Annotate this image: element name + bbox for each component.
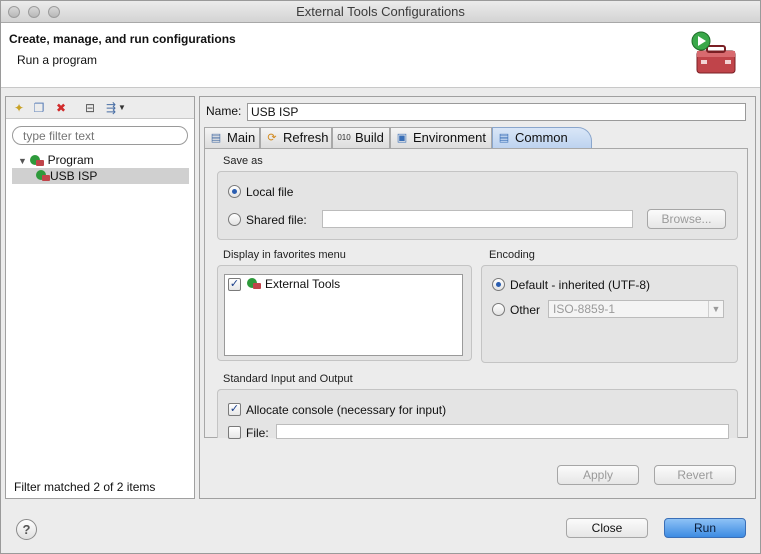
favorites-list: ✓ External Tools bbox=[224, 274, 463, 356]
tab-common[interactable]: ▤ Common bbox=[492, 127, 592, 149]
save-as-label: Save as bbox=[223, 155, 263, 167]
configuration-editor: Name: USB ISP ▤ Main ⟳ Refresh 010 Build… bbox=[199, 96, 756, 499]
usb-run-icon bbox=[36, 170, 50, 182]
tab-build-label: Build bbox=[355, 130, 384, 145]
shared-file-label: Shared file: bbox=[246, 213, 307, 227]
tab-environment[interactable]: ▣ Environment bbox=[390, 127, 492, 149]
expand-triangle-icon[interactable]: ▼ bbox=[18, 156, 27, 166]
file-checkbox[interactable] bbox=[228, 426, 241, 439]
other-encoding-label: Other bbox=[510, 303, 541, 317]
std-io-group: ✓ Allocate console (necessary for input)… bbox=[217, 389, 738, 440]
save-as-group: Local file Shared file: Browse... bbox=[217, 171, 738, 240]
name-input[interactable]: USB ISP bbox=[247, 103, 746, 121]
encoding-label: Encoding bbox=[489, 249, 535, 261]
close-button[interactable]: Close bbox=[566, 518, 648, 538]
tab-main[interactable]: ▤ Main bbox=[204, 127, 260, 149]
tab-refresh-label: Refresh bbox=[283, 130, 329, 145]
browse-button[interactable]: Browse... bbox=[647, 209, 726, 229]
program-run-icon bbox=[30, 154, 45, 167]
main-tab-icon: ▤ bbox=[210, 132, 222, 144]
common-icon: ▤ bbox=[498, 132, 510, 144]
close-window-button[interactable] bbox=[8, 6, 20, 18]
refresh-icon: ⟳ bbox=[267, 132, 277, 144]
run-button[interactable]: Run bbox=[664, 518, 746, 538]
dialog-window: External Tools Configurations Create, ma… bbox=[0, 0, 761, 554]
window-title: External Tools Configurations bbox=[296, 4, 465, 19]
header-title: Create, manage, and run configurations bbox=[9, 32, 236, 46]
filter-icon[interactable]: ⇶ bbox=[104, 101, 118, 115]
environment-icon: ▣ bbox=[396, 132, 408, 144]
help-icon[interactable]: ? bbox=[16, 519, 37, 540]
toolbox-icon bbox=[691, 31, 736, 74]
apply-button[interactable]: Apply bbox=[557, 465, 639, 485]
chevron-down-icon: ▼ bbox=[708, 301, 723, 317]
shared-file-radio[interactable] bbox=[228, 213, 241, 226]
encoding-select[interactable]: ISO-8859-1 ▼ bbox=[548, 300, 724, 318]
left-toolbar: ✦ ❐ ✖ ⊟ ⇶ ▼ bbox=[6, 97, 194, 119]
tab-build[interactable]: 010 Build bbox=[332, 127, 390, 149]
shared-file-input[interactable] bbox=[322, 210, 633, 228]
external-tools-checkbox[interactable]: ✓ bbox=[228, 278, 241, 291]
collapse-all-icon[interactable]: ⊟ bbox=[83, 101, 97, 115]
build-icon: 010 bbox=[337, 133, 351, 142]
revert-button[interactable]: Revert bbox=[654, 465, 736, 485]
file-label: File: bbox=[246, 426, 269, 440]
title-bar: External Tools Configurations bbox=[1, 1, 760, 23]
file-input[interactable] bbox=[276, 424, 729, 439]
header-subtitle: Run a program bbox=[17, 53, 98, 67]
default-encoding-radio[interactable] bbox=[492, 278, 505, 291]
duplicate-icon[interactable]: ❐ bbox=[32, 101, 46, 115]
tab-environment-label: Environment bbox=[413, 130, 486, 145]
new-configuration-icon[interactable]: ✦ bbox=[12, 101, 26, 115]
zoom-window-button[interactable] bbox=[48, 6, 60, 18]
tab-common-label: Common bbox=[515, 130, 568, 145]
allocate-console-checkbox[interactable]: ✓ bbox=[228, 403, 241, 416]
favorites-group: ✓ External Tools bbox=[217, 265, 472, 361]
header-area: Create, manage, and run configurations R… bbox=[1, 23, 760, 88]
configurations-panel: ✦ ❐ ✖ ⊟ ⇶ ▼ ▼ Program USB ISP Filter mat… bbox=[5, 96, 195, 499]
encoding-group: Default - inherited (UTF-8) Other ISO-88… bbox=[481, 265, 738, 363]
external-tools-label: External Tools bbox=[265, 277, 341, 291]
tab-bar: ▤ Main ⟳ Refresh 010 Build ▣ Environment… bbox=[204, 127, 748, 149]
minimize-window-button[interactable] bbox=[28, 6, 40, 18]
tab-refresh[interactable]: ⟳ Refresh bbox=[260, 127, 332, 149]
local-file-label: Local file bbox=[246, 185, 294, 199]
local-file-radio[interactable] bbox=[228, 185, 241, 198]
name-label: Name: bbox=[206, 104, 242, 118]
tree-item-program-label: Program bbox=[47, 153, 94, 167]
std-io-label: Standard Input and Output bbox=[223, 373, 353, 385]
external-tools-icon bbox=[247, 278, 261, 290]
tree-item-program[interactable]: ▼ Program bbox=[18, 152, 94, 168]
filter-menu-chevron-icon[interactable]: ▼ bbox=[118, 101, 126, 115]
allocate-console-label: Allocate console (necessary for input) bbox=[246, 403, 447, 417]
tree-item-usb-isp[interactable]: USB ISP bbox=[12, 168, 189, 184]
filter-status: Filter matched 2 of 2 items bbox=[14, 480, 156, 494]
encoding-select-value: ISO-8859-1 bbox=[553, 302, 616, 316]
tab-content-common: Save as Local file Shared file: Browse..… bbox=[204, 148, 748, 440]
other-encoding-radio[interactable] bbox=[492, 303, 505, 316]
filter-input[interactable] bbox=[12, 126, 188, 145]
delete-icon[interactable]: ✖ bbox=[54, 101, 68, 115]
default-encoding-label: Default - inherited (UTF-8) bbox=[510, 278, 651, 292]
tab-main-label: Main bbox=[227, 130, 256, 145]
tree-item-usb-label: USB ISP bbox=[50, 169, 98, 183]
favorites-label: Display in favorites menu bbox=[223, 249, 346, 261]
